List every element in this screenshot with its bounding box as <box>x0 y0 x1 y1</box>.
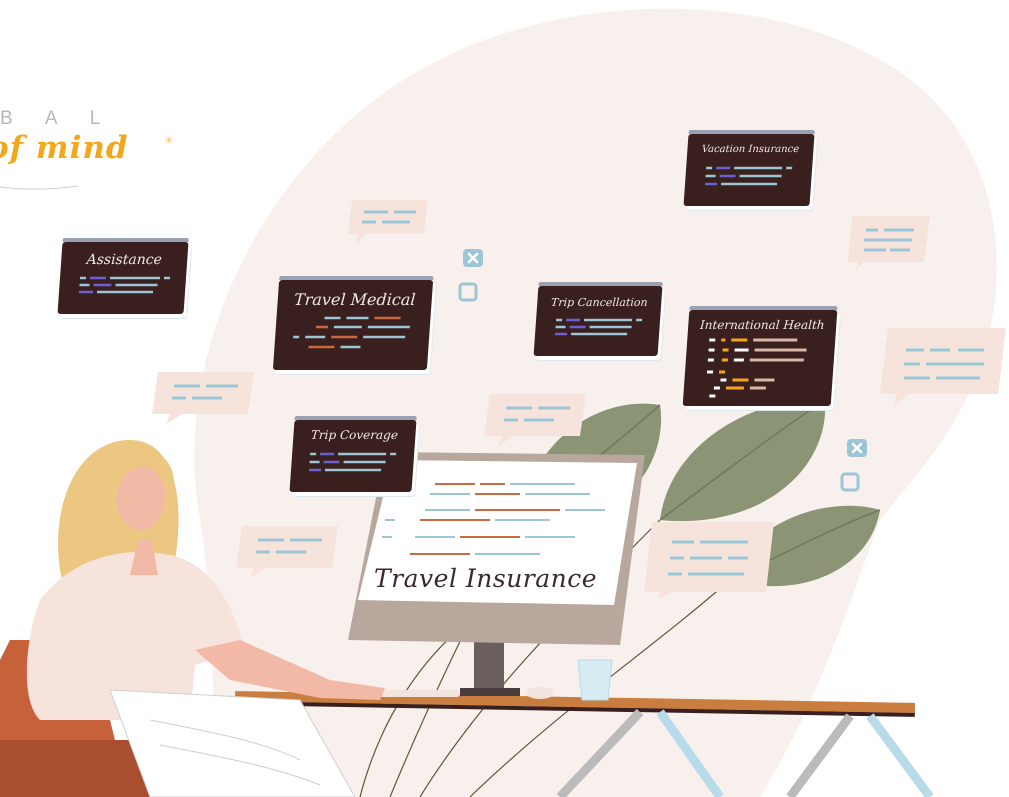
speech-bubble <box>348 200 432 244</box>
brand-logo-script: of mind <box>0 130 129 166</box>
square-box-icon <box>840 472 860 492</box>
card-trip-cancellation: Trip Cancellation <box>533 286 663 356</box>
speech-bubble <box>880 328 1008 406</box>
card-assistance: Assistance <box>57 242 189 314</box>
mouse <box>526 687 554 699</box>
brand-logo-top: B A L <box>0 108 115 129</box>
speech-bubble <box>152 372 256 424</box>
monitor-screen-title: Travel Insurance <box>374 564 598 593</box>
card-trip-coverage: Trip Coverage <box>289 420 417 492</box>
speech-bubble <box>644 522 776 600</box>
close-box-icon <box>463 249 483 267</box>
speech-bubble <box>848 216 932 270</box>
card-vacation-insurance: Vacation Insurance <box>683 134 815 206</box>
keyboard <box>380 690 460 697</box>
card-international-health: International Health <box>682 310 838 406</box>
speech-bubble <box>484 394 588 446</box>
card-travel-medical: Travel Medical <box>272 280 434 370</box>
logo-underline <box>0 185 79 190</box>
monitor-stand <box>474 640 504 690</box>
speech-bubble <box>236 526 340 578</box>
glass <box>577 659 613 701</box>
brand-registered-mark: ® <box>166 136 172 145</box>
square-box-icon <box>458 282 478 302</box>
close-box-icon <box>847 439 867 457</box>
